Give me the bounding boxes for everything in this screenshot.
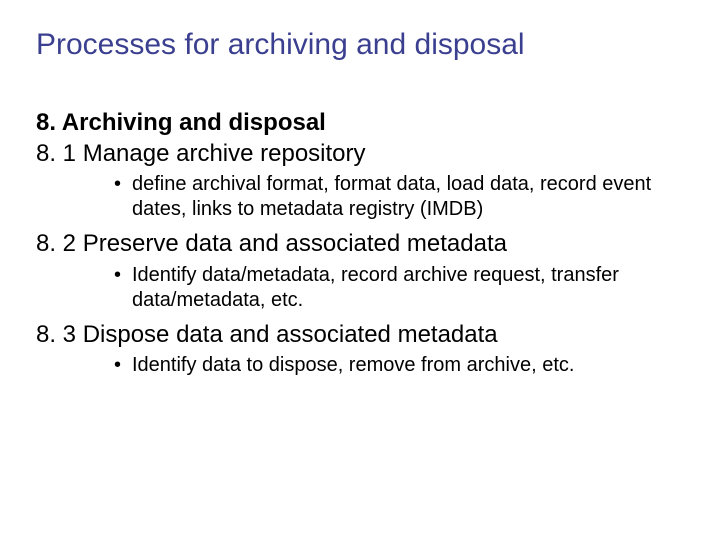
bullet-item: Identify data to dispose, remove from ar…: [114, 353, 684, 378]
slide: Processes for archiving and disposal 8. …: [0, 0, 720, 540]
subsection-8-1: 8. 1 Manage archive repository: [36, 138, 684, 170]
slide-title: Processes for archiving and disposal: [36, 28, 684, 62]
subsection-8-2: 8. 2 Preserve data and associated metada…: [36, 228, 684, 260]
section-heading: 8. Archiving and disposal: [36, 108, 684, 138]
bullet-item: define archival format, format data, loa…: [114, 172, 684, 222]
bullet-list: Identify data to dispose, remove from ar…: [36, 353, 684, 378]
bullet-list: define archival format, format data, loa…: [36, 172, 684, 222]
subsection-8-3: 8. 3 Dispose data and associated metadat…: [36, 319, 684, 351]
bullet-list: Identify data/metadata, record archive r…: [36, 263, 684, 313]
bullet-item: Identify data/metadata, record archive r…: [114, 263, 684, 313]
